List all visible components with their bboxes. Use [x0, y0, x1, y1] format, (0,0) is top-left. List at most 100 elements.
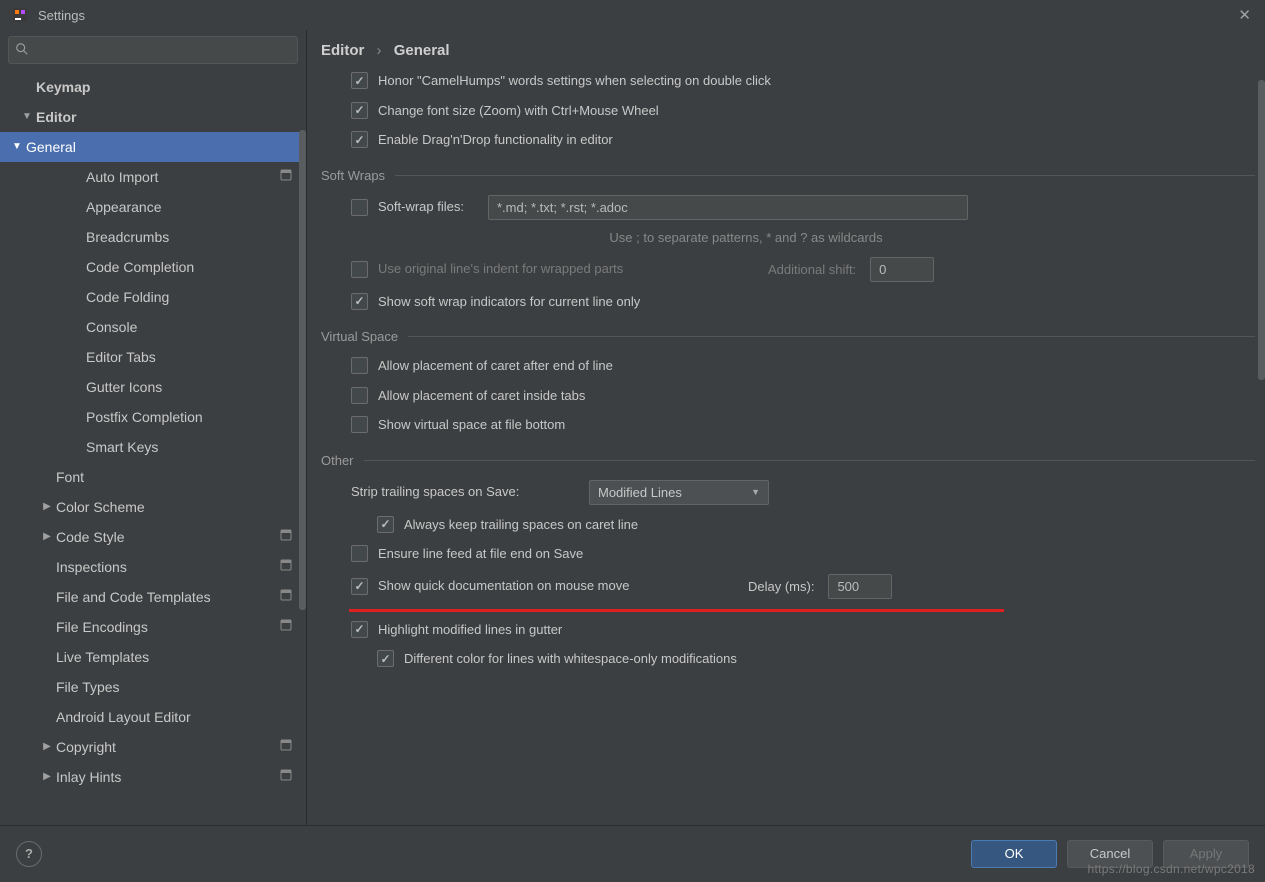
checkbox-caret-inside-tabs[interactable] [351, 387, 368, 404]
breadcrumb: Editor › General [321, 42, 1255, 59]
opt-quick-doc[interactable]: Show quick documentation on mouse move D… [351, 574, 1255, 599]
checkbox-camelhumps[interactable] [351, 72, 368, 89]
sidebar-item-inlay-hints[interactable]: ▶Inlay Hints [8, 762, 298, 792]
checkbox-caret-after-eol[interactable] [351, 357, 368, 374]
sidebar-item-code-completion[interactable]: Code Completion [8, 252, 298, 282]
sidebar-item-label: Font [56, 462, 298, 492]
checkbox-dnd[interactable] [351, 131, 368, 148]
breadcrumb-editor[interactable]: Editor [321, 42, 364, 59]
softwrap-hint: Use ; to separate patterns, * and ? as w… [501, 230, 991, 245]
sidebar-item-label: Appearance [86, 192, 298, 222]
opt-virtual-space-bottom[interactable]: Show virtual space at file bottom [351, 415, 1255, 435]
softwrap-files-input[interactable] [488, 195, 968, 220]
opt-caret-after-eol[interactable]: Allow placement of caret after end of li… [351, 356, 1255, 376]
highlight-underline [349, 609, 1004, 612]
additional-shift-label: Additional shift: [768, 262, 856, 277]
opt-softwrap-indicators[interactable]: Show soft wrap indicators for current li… [351, 292, 1255, 312]
checkbox-highlight-modified[interactable] [351, 621, 368, 638]
sidebar-item-smart-keys[interactable]: Smart Keys [8, 432, 298, 462]
sidebar-item-label: Postfix Completion [86, 402, 298, 432]
sidebar-item-label: Gutter Icons [86, 372, 298, 402]
sidebar-item-label: Smart Keys [86, 432, 298, 462]
window-title: Settings [38, 8, 85, 23]
tree-arrow-icon: ▶ [38, 492, 56, 522]
sidebar-item-auto-import[interactable]: Auto Import [8, 162, 298, 192]
checkbox-ensure-lf[interactable] [351, 545, 368, 562]
sidebar-item-code-folding[interactable]: Code Folding [8, 282, 298, 312]
checkbox-softwrap-indicators[interactable] [351, 293, 368, 310]
opt-zoom[interactable]: Change font size (Zoom) with Ctrl+Mouse … [351, 101, 1255, 121]
opt-camelhumps[interactable]: Honor "CamelHumps" words settings when s… [351, 71, 1255, 91]
sidebar-item-label: Live Templates [56, 642, 298, 672]
sidebar-item-editor[interactable]: ▼Editor [8, 102, 298, 132]
sidebar-item-file-encodings[interactable]: File Encodings [8, 612, 298, 642]
checkbox-virtual-space-bottom[interactable] [351, 416, 368, 433]
sidebar-item-label: Inspections [56, 552, 280, 582]
sidebar-item-color-scheme[interactable]: ▶Color Scheme [8, 492, 298, 522]
sidebar-item-label: Editor Tabs [86, 342, 298, 372]
sidebar-item-label: Console [86, 312, 298, 342]
apply-button[interactable]: Apply [1163, 840, 1249, 868]
chevron-right-icon: › [377, 42, 382, 59]
opt-diff-color[interactable]: Different color for lines with whitespac… [377, 649, 1255, 669]
checkbox-softwrap-files[interactable] [351, 199, 368, 216]
sidebar-item-label: Code Completion [86, 252, 298, 282]
ok-button[interactable]: OK [971, 840, 1057, 868]
content-panel: Editor › General Honor "CamelHumps" word… [307, 30, 1265, 825]
sidebar-item-label: Breadcrumbs [86, 222, 298, 252]
opt-dnd[interactable]: Enable Drag'n'Drop functionality in edit… [351, 130, 1255, 150]
sidebar-item-label: Editor [36, 102, 298, 132]
opt-highlight-modified[interactable]: Highlight modified lines in gutter [351, 620, 1255, 640]
sidebar-item-file-and-code-templates[interactable]: File and Code Templates [8, 582, 298, 612]
settings-tree: Keymap▼Editor▼GeneralAuto ImportAppearan… [8, 72, 298, 792]
checkbox-always-keep-caret[interactable] [377, 516, 394, 533]
help-button[interactable]: ? [16, 841, 42, 867]
sidebar-item-editor-tabs[interactable]: Editor Tabs [8, 342, 298, 372]
search-input[interactable] [33, 43, 291, 58]
sidebar-item-live-templates[interactable]: Live Templates [8, 642, 298, 672]
sidebar-item-breadcrumbs[interactable]: Breadcrumbs [8, 222, 298, 252]
sidebar-item-inspections[interactable]: Inspections [8, 552, 298, 582]
tree-arrow-icon: ▼ [8, 132, 26, 162]
checkbox-quick-doc[interactable] [351, 578, 368, 595]
opt-always-keep-caret[interactable]: Always keep trailing spaces on caret lin… [377, 515, 1255, 535]
opt-ensure-lf[interactable]: Ensure line feed at file end on Save [351, 544, 1255, 564]
sidebar-item-label: Inlay Hints [56, 762, 280, 792]
cancel-button[interactable]: Cancel [1067, 840, 1153, 868]
project-settings-icon [280, 582, 292, 612]
project-settings-icon [280, 162, 292, 192]
sidebar-item-console[interactable]: Console [8, 312, 298, 342]
tree-arrow-icon: ▶ [38, 732, 56, 762]
tree-arrow-icon: ▶ [38, 762, 56, 792]
sidebar-item-postfix-completion[interactable]: Postfix Completion [8, 402, 298, 432]
sidebar-item-copyright[interactable]: ▶Copyright [8, 732, 298, 762]
project-settings-icon [280, 552, 292, 582]
sidebar-item-code-style[interactable]: ▶Code Style [8, 522, 298, 552]
section-soft-wraps: Soft Wraps [321, 168, 1255, 183]
delay-input[interactable] [828, 574, 892, 599]
sidebar-item-font[interactable]: Font [8, 462, 298, 492]
content-scrollbar[interactable] [1258, 80, 1265, 380]
sidebar-scrollbar[interactable] [299, 130, 306, 610]
opt-use-original-indent[interactable]: Use original line's indent for wrapped p… [351, 257, 1255, 282]
sidebar-item-file-types[interactable]: File Types [8, 672, 298, 702]
checkbox-use-original-indent[interactable] [351, 261, 368, 278]
close-icon[interactable]: ✕ [1238, 6, 1251, 24]
sidebar-item-gutter-icons[interactable]: Gutter Icons [8, 372, 298, 402]
opt-strip-trailing: Strip trailing spaces on Save: Modified … [351, 480, 1255, 505]
delay-label: Delay (ms): [748, 579, 814, 594]
opt-caret-inside-tabs[interactable]: Allow placement of caret inside tabs [351, 386, 1255, 406]
sidebar-item-label: Color Scheme [56, 492, 298, 522]
checkbox-zoom[interactable] [351, 102, 368, 119]
search-icon [15, 42, 29, 59]
search-input-wrap[interactable] [8, 36, 298, 64]
sidebar-item-general[interactable]: ▼General [0, 132, 306, 162]
additional-shift-input[interactable] [870, 257, 934, 282]
chevron-down-icon: ▼ [751, 487, 760, 497]
sidebar-item-keymap[interactable]: Keymap [8, 72, 298, 102]
strip-trailing-dropdown[interactable]: Modified Lines ▼ [589, 480, 769, 505]
checkbox-diff-color[interactable] [377, 650, 394, 667]
sidebar-item-android-layout-editor[interactable]: Android Layout Editor [8, 702, 298, 732]
opt-softwrap-files[interactable]: Soft-wrap files: [351, 195, 1255, 220]
sidebar-item-appearance[interactable]: Appearance [8, 192, 298, 222]
